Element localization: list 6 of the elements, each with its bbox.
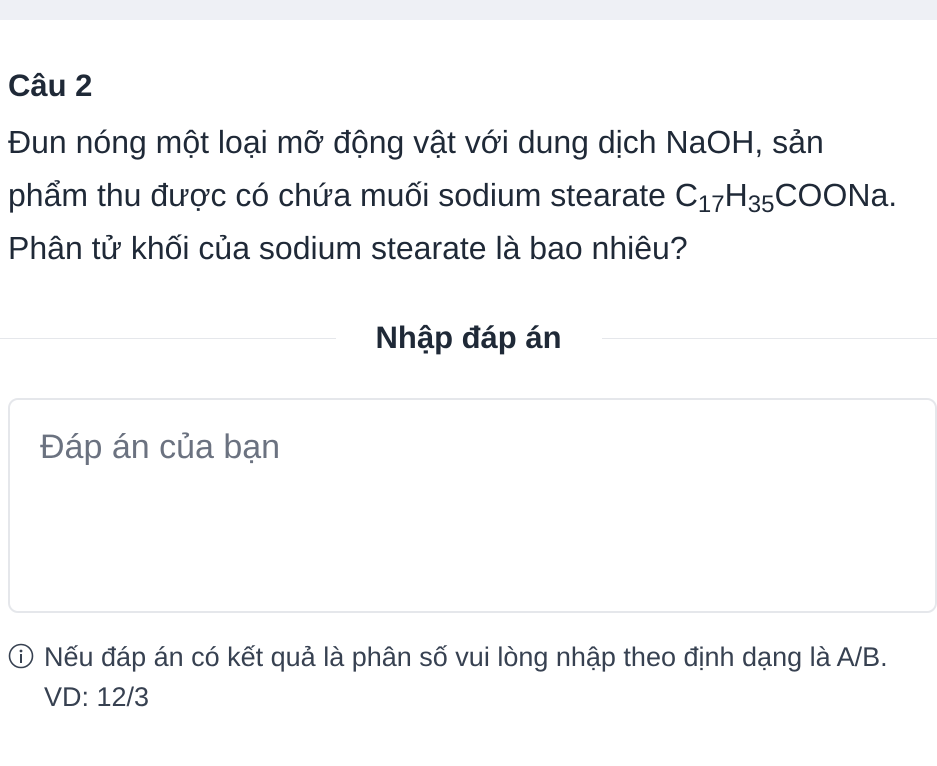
answer-heading: Nhập đáp án [374, 319, 563, 357]
note-text: Nếu đáp án có kết quả là phân số vui lòng nhập theo định dạng là A/B. VD: 12/3 [44, 640, 889, 714]
question-title: Câu 2 [8, 68, 94, 104]
info-icon [8, 642, 34, 668]
answer-box[interactable]: Đáp án của bạn [8, 398, 937, 612]
question-text: Đun nóng một loại mỡ động vật với dung dịch NaOH, sản phẩm thu được có chứa muối sodium stearate C$_{17}$H$_{35}$COONa. Phân tử khối của sodium stearate là bao nhiêu? [8, 123, 898, 268]
